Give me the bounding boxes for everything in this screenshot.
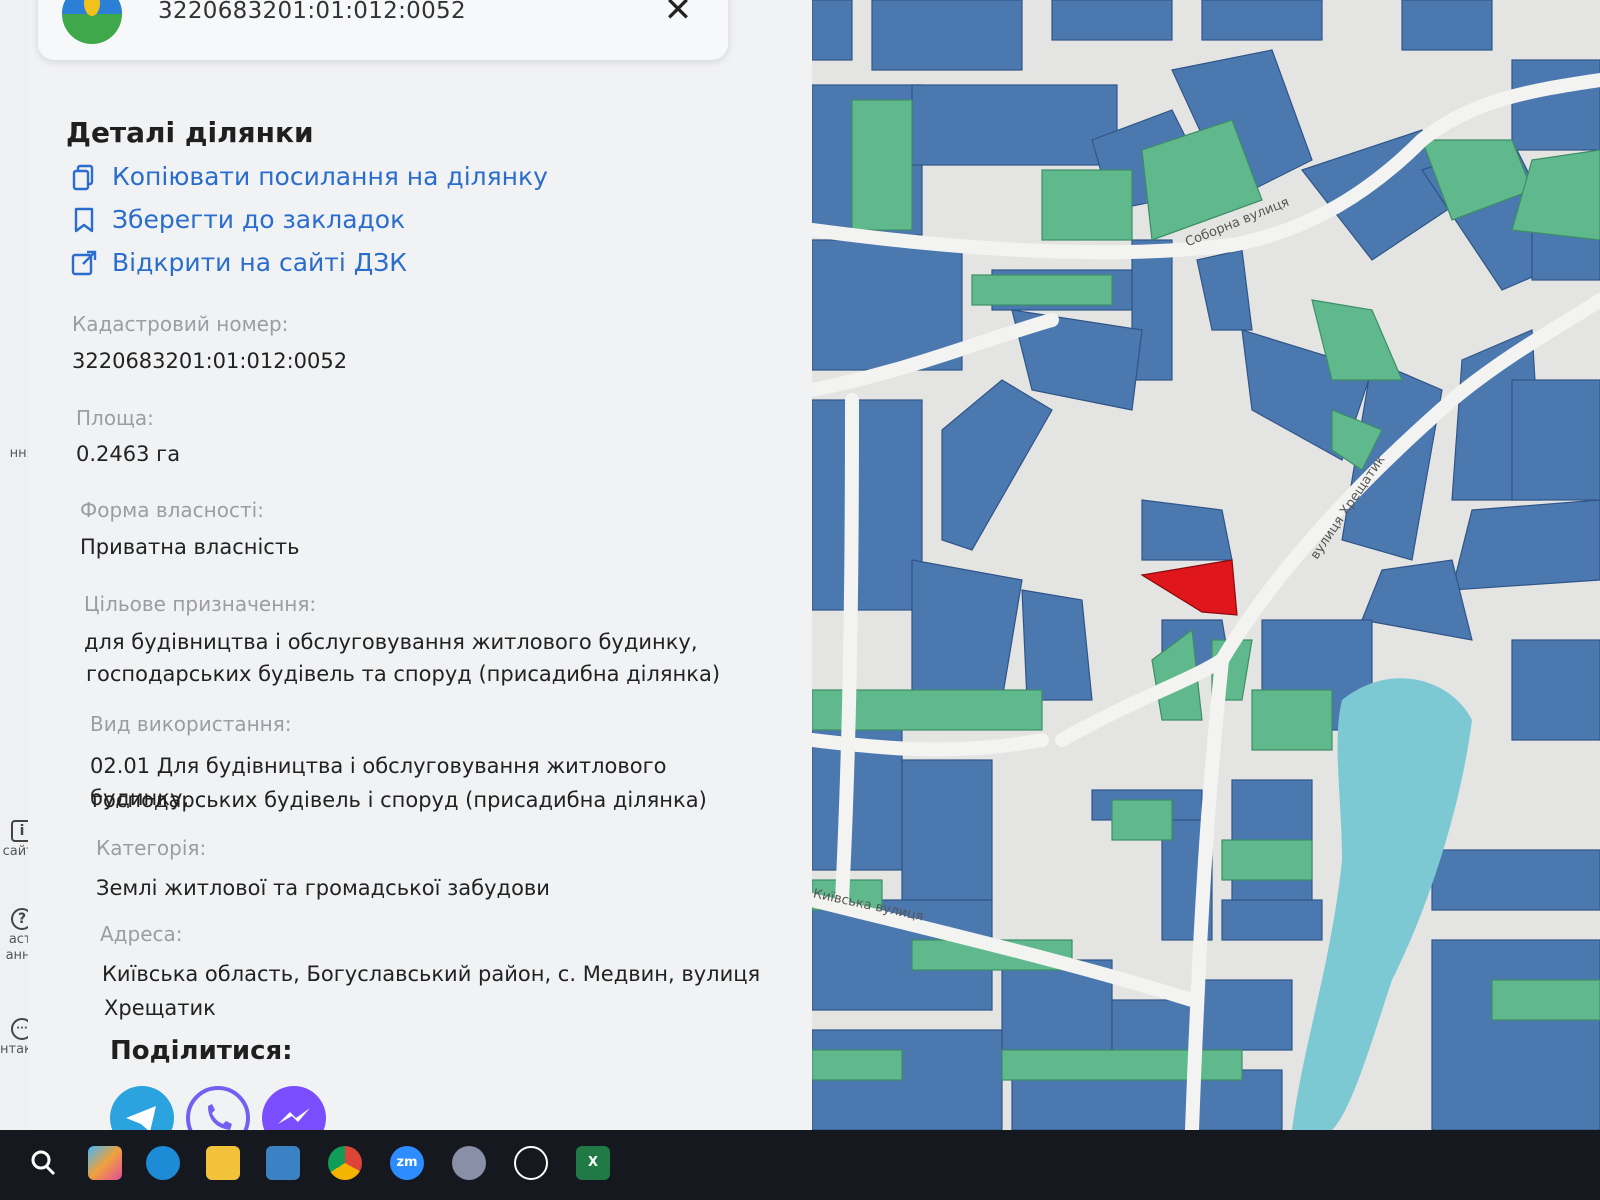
address-label: Адреса: <box>100 922 183 946</box>
category-value: Землі житлової та громадської забудови <box>96 876 550 900</box>
external-link-icon <box>71 250 97 275</box>
close-icon[interactable]: ✕ <box>663 0 693 27</box>
excel-icon[interactable]: X <box>576 1146 610 1180</box>
bookmark-button[interactable]: Зберегти до закладок <box>70 205 405 234</box>
edge-icon[interactable] <box>146 1146 180 1180</box>
app-icon[interactable] <box>452 1146 486 1180</box>
app-logo[interactable] <box>62 0 122 44</box>
search-icon[interactable] <box>26 1146 60 1180</box>
open-dzk-link[interactable]: Відкрити на сайті ДЗК <box>70 248 407 277</box>
taskbar: zm X <box>0 1130 1600 1200</box>
ownership-label: Форма власності: <box>80 498 264 522</box>
category-label: Категорія: <box>96 836 207 860</box>
file-explorer-icon[interactable] <box>206 1146 240 1180</box>
selected-parcel[interactable] <box>1140 559 1238 616</box>
usage-value-line2: господарських будівель і споруд (присади… <box>92 788 707 812</box>
ownership-value: Приватна власність <box>80 535 300 559</box>
search-input[interactable]: 3220683201:01:012:0052 <box>158 0 466 24</box>
search-card: 3220683201:01:012:0052 ✕ <box>38 0 728 60</box>
chatgpt-icon[interactable] <box>514 1146 548 1180</box>
cadastral-number-label: Кадастровий номер: <box>72 312 289 336</box>
copy-link-button[interactable]: Копіювати посилання на ділянку <box>70 162 548 191</box>
address-value-line2: Хрещатик <box>104 996 216 1020</box>
share-title: Поділитися: <box>110 1036 293 1066</box>
cadastral-number-value: 3220683201:01:012:0052 <box>72 349 348 373</box>
area-value: 0.2463 га <box>76 442 181 466</box>
store-icon[interactable] <box>266 1146 300 1180</box>
purpose-value-line1: для будівництва і обслуговування житлово… <box>84 630 698 654</box>
cadastral-map[interactable]: Соборна вулиця вулиця Хрещатик Київська … <box>812 0 1600 1130</box>
chrome-icon[interactable] <box>328 1146 362 1180</box>
section-title: Деталі ділянки <box>66 116 314 149</box>
usage-label: Вид використання: <box>90 712 292 736</box>
copy-icon <box>72 164 94 190</box>
copilot-icon[interactable] <box>88 1146 122 1180</box>
parcel-details-panel: 3220683201:01:012:0052 ✕ Деталі ділянки … <box>28 0 813 1150</box>
purpose-value-line2: господарських будівель та споруд (присад… <box>86 662 721 686</box>
address-value-line1: Київська область, Богуславський район, с… <box>102 962 761 986</box>
map-canvas <box>812 0 1600 1130</box>
area-label: Площа: <box>76 406 154 430</box>
zoom-icon[interactable]: zm <box>390 1146 424 1180</box>
purpose-label: Цільове призначення: <box>84 592 317 616</box>
bookmark-icon <box>74 207 94 232</box>
